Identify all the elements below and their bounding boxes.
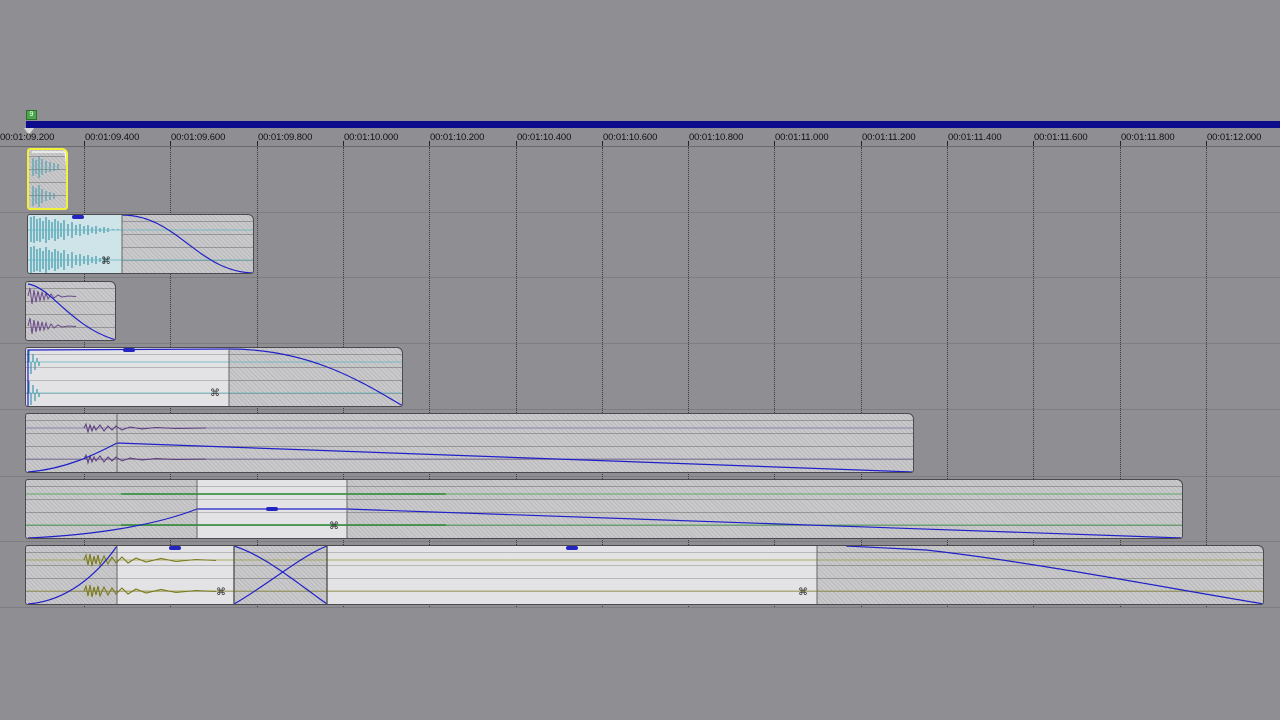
track-divider [0,212,1280,213]
volume-handle-icon[interactable] [169,546,181,550]
waveform-1 [32,151,66,207]
ruler-tick-label: 00:01:11.600 [1034,132,1088,143]
waveform-2 [28,215,253,273]
waveform-7 [26,546,1263,604]
ruler-tick-label: 00:01:09.800 [258,132,313,143]
ruler-tick-label: 00:01:11.200 [862,132,916,143]
waveform-5 [26,414,913,472]
ruler-baseline [0,146,1280,147]
ruler-tick-label: 00:01:10.800 [689,132,744,143]
audio-clip-track-6[interactable]: ⌘ [25,479,1183,539]
trim-grip-icon[interactable]: ⌘ [328,522,340,532]
audio-clip-track-5[interactable] [25,413,914,473]
audio-clip-track-4[interactable]: ⌘ [25,347,403,407]
ruler-tick-label: 00:01:11.400 [948,132,1002,143]
track-divider [0,277,1280,278]
timeline-area[interactable]: 9 00:01:09.200 00:01:09.400 00:01:09.600 0… [0,0,1280,720]
ruler-tick-label: 00:01:10.200 [430,132,485,143]
marker-flag-icon[interactable]: 9 [26,110,37,120]
volume-handle-icon[interactable] [266,507,278,511]
ruler-cursor-time: 00:01:09.200 [0,132,55,143]
ruler-tick-label: 00:01:10.600 [603,132,658,143]
ruler-tick-label: 00:01:11.000 [775,132,829,143]
waveform-3 [27,283,115,340]
track-divider [0,607,1280,608]
audio-clip-track-1[interactable] [27,148,68,210]
audio-clip-track-3[interactable] [25,281,116,341]
trim-grip-icon[interactable]: ⌘ [215,588,227,598]
ruler-tick-label: 00:01:10.000 [344,132,399,143]
volume-handle-icon[interactable] [123,348,135,352]
ruler-tick-label: 00:01:09.400 [85,132,140,143]
track-divider [0,409,1280,410]
track-divider [0,343,1280,344]
trim-grip-icon[interactable]: ⌘ [100,257,112,267]
track-divider [0,476,1280,477]
waveform-6 [26,480,1182,538]
ruler-tick-label: 00:01:11.800 [1121,132,1175,143]
audio-clip-track-7[interactable]: ⌘ ⌘ [25,545,1264,605]
trim-grip-icon[interactable]: ⌘ [209,389,221,399]
loop-region-bar[interactable] [26,121,1280,128]
audio-clip-track-2[interactable]: ⌘ [27,214,254,274]
ruler-tick-label: 00:01:12.000 [1207,132,1262,143]
volume-handle-icon[interactable] [566,546,578,550]
ruler-tick-label: 00:01:09.600 [171,132,226,143]
ruler-tick-label: 00:01:10.400 [517,132,572,143]
grid-line [1206,147,1207,607]
track-divider [0,541,1280,542]
trim-grip-icon[interactable]: ⌘ [797,588,809,598]
volume-handle-icon[interactable] [72,215,84,219]
